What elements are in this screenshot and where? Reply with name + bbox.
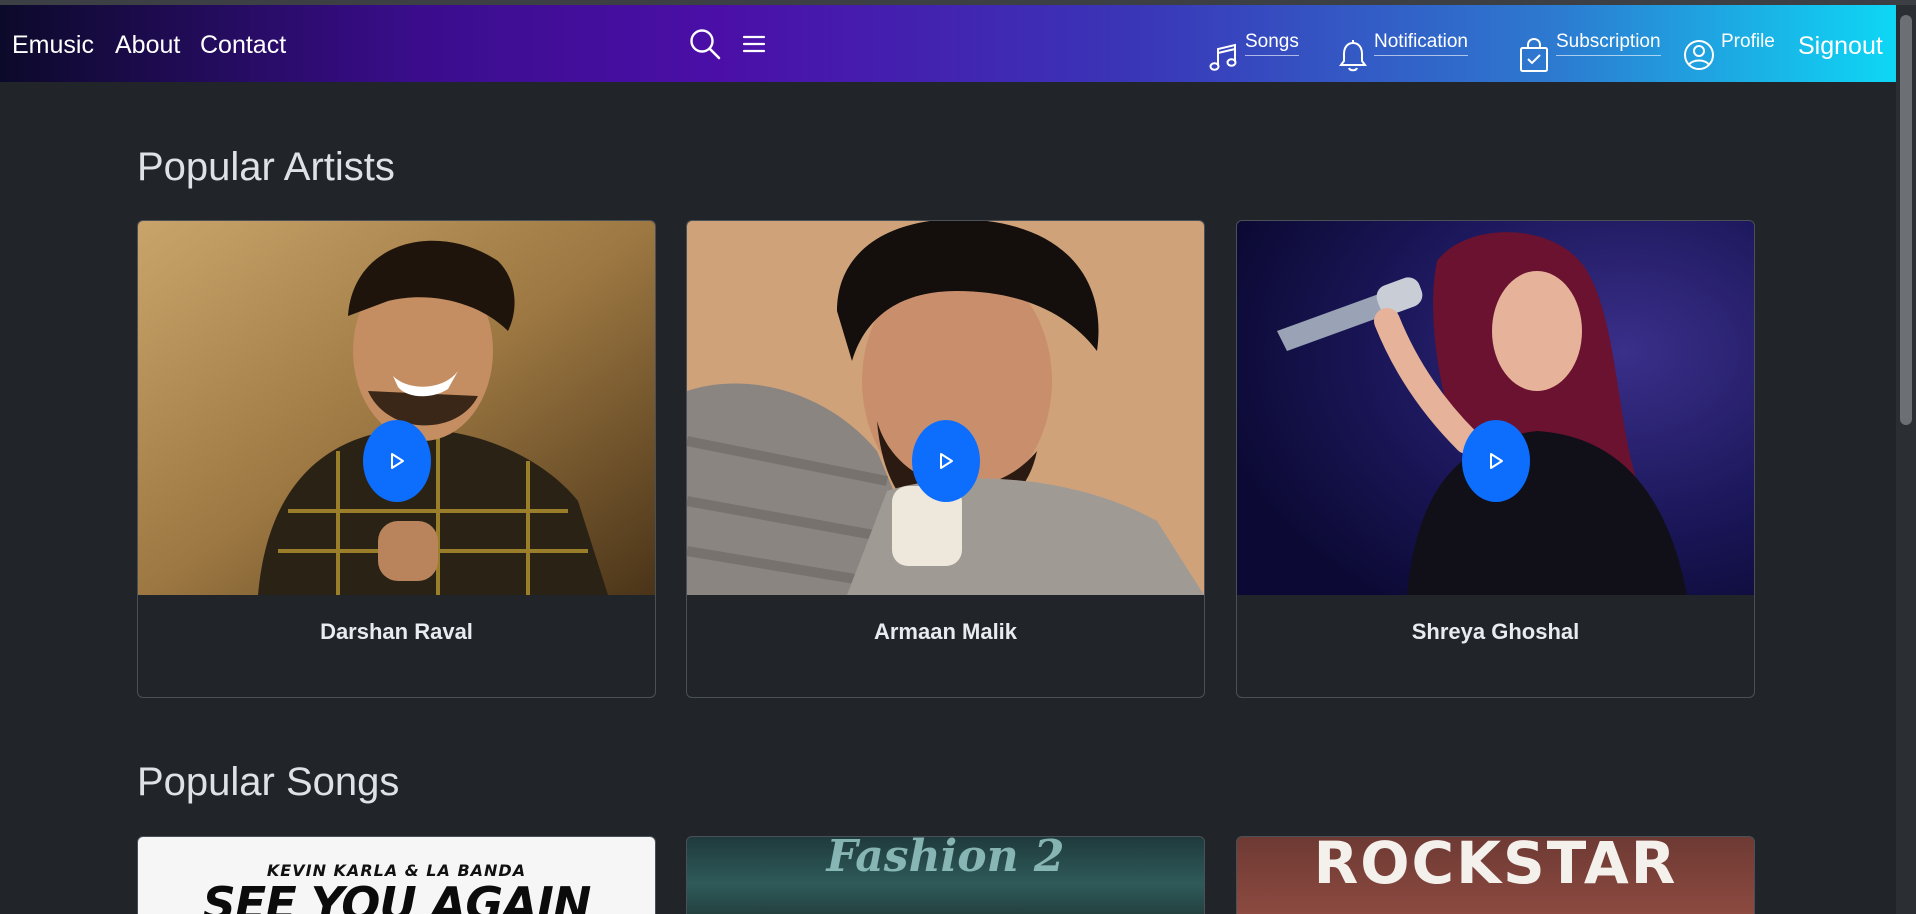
nav-songs-link[interactable]: Songs <box>1209 31 1299 73</box>
artist-name: Darshan Raval <box>320 619 473 644</box>
search-icon[interactable] <box>688 27 722 61</box>
person-circle-icon <box>1684 40 1714 70</box>
scrollbar-thumb[interactable] <box>1900 15 1912 425</box>
artist-card[interactable]: Armaan Malik <box>686 220 1205 698</box>
nav-profile-link[interactable]: Profile <box>1683 31 1775 71</box>
nav-profile-label: Profile <box>1721 31 1775 52</box>
page-scrollbar[interactable] <box>1896 5 1916 914</box>
nav-subscription-link[interactable]: Subscription <box>1518 31 1661 73</box>
artist-name: Shreya Ghoshal <box>1411 619 1580 644</box>
nav-subscription-label: Subscription <box>1556 31 1661 56</box>
play-button[interactable] <box>912 420 980 502</box>
artist-image <box>1237 221 1754 595</box>
signout-link[interactable]: Signout <box>1798 32 1883 61</box>
artist-image <box>687 221 1204 595</box>
nav-notification-link[interactable]: Notification <box>1338 31 1468 73</box>
nav-contact-link[interactable]: Contact <box>200 31 286 60</box>
nav-songs-label: Songs <box>1245 31 1299 56</box>
play-icon <box>391 453 404 469</box>
play-icon <box>1490 453 1503 469</box>
artist-name: Armaan Malik <box>873 619 1018 644</box>
menu-icon[interactable] <box>742 32 766 56</box>
music-note-icon <box>1209 43 1237 71</box>
song-title: ROCKSTAR <box>1313 836 1678 897</box>
song-card[interactable]: ROCKSTAR <box>1236 836 1755 914</box>
navbar: Emusic About Contact Songs Notification … <box>0 5 1896 82</box>
play-button[interactable] <box>1462 420 1530 502</box>
song-card[interactable]: KEVIN KARLA & LA BANDA SEE YOU AGAIN <box>137 836 656 914</box>
song-card[interactable]: Fashion 2 <box>686 836 1205 914</box>
brand-link[interactable]: Emusic <box>12 31 94 60</box>
nav-notification-label: Notification <box>1374 31 1468 56</box>
nav-about-link[interactable]: About <box>115 31 180 60</box>
popular-artists-heading: Popular Artists <box>137 145 395 189</box>
song-title: Fashion 2 <box>826 836 1065 882</box>
artist-image <box>138 221 655 595</box>
artist-card[interactable]: Darshan Raval <box>137 220 656 698</box>
play-icon <box>940 453 953 469</box>
artist-card[interactable]: Shreya Ghoshal <box>1236 220 1755 698</box>
popular-songs-heading: Popular Songs <box>137 760 400 804</box>
bag-check-icon <box>1520 37 1548 72</box>
play-button[interactable] <box>363 420 431 502</box>
song-title: SEE YOU AGAIN <box>202 877 592 914</box>
bell-icon <box>1339 40 1367 72</box>
